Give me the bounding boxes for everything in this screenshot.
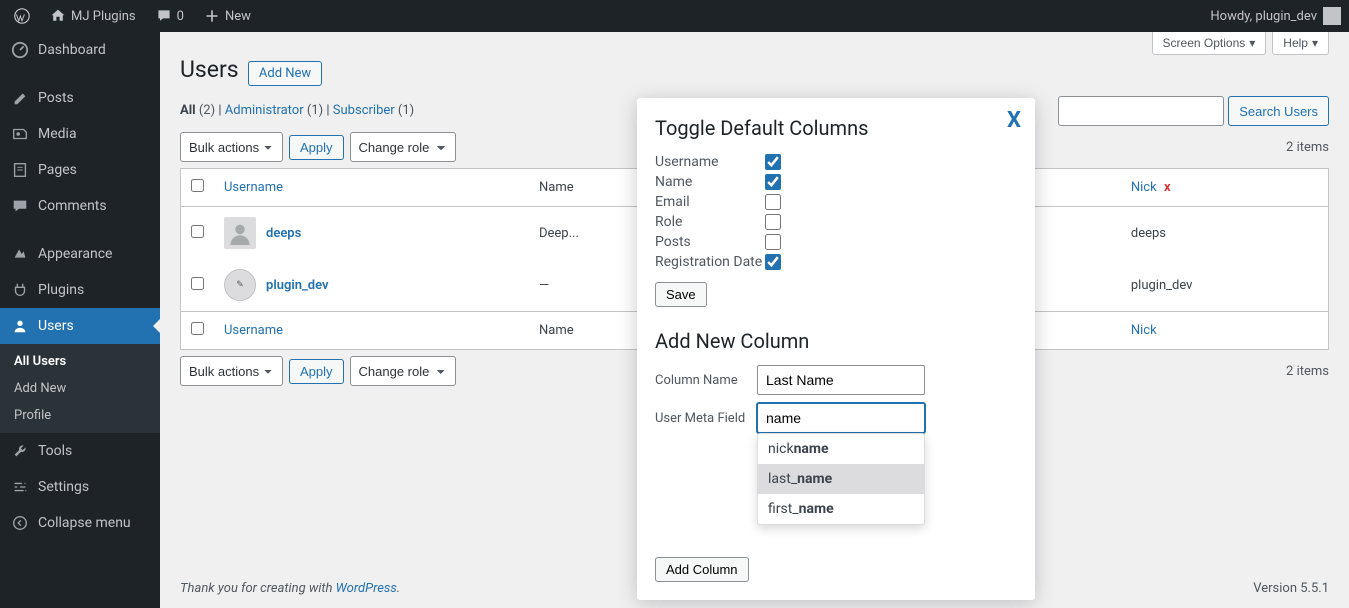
items-count: 2 items xyxy=(1286,364,1329,379)
wp-logo[interactable] xyxy=(8,8,36,24)
help-button[interactable]: Help ▾ xyxy=(1272,32,1329,55)
menu-users[interactable]: Users xyxy=(0,308,160,344)
row-checkbox[interactable] xyxy=(191,277,204,290)
pages-icon xyxy=(10,160,30,180)
apply-button[interactable]: Apply xyxy=(289,135,344,160)
user-link[interactable]: plugin_dev xyxy=(266,278,329,293)
tools-icon xyxy=(10,441,30,461)
user-link[interactable]: deeps xyxy=(266,226,301,241)
autocomplete-option[interactable]: last_name xyxy=(758,464,924,494)
sub-all-users[interactable]: All Users xyxy=(0,348,160,375)
toggle-checkbox[interactable] xyxy=(765,234,781,250)
col-username[interactable]: Username xyxy=(224,180,283,195)
meta-field-label: User Meta Field xyxy=(655,411,747,426)
site-link[interactable]: MJ Plugins xyxy=(44,8,142,24)
filter-admin[interactable]: Administrator (1) xyxy=(225,103,323,118)
appearance-icon xyxy=(10,244,30,264)
column-name-label: Column Name xyxy=(655,373,747,388)
toggle-label: Role xyxy=(655,214,765,230)
save-button[interactable]: Save xyxy=(655,282,707,307)
toggle-label: Name xyxy=(655,174,765,190)
toggle-label: Email xyxy=(655,194,765,210)
change-role-select[interactable]: Change role to... xyxy=(350,356,456,386)
modal-title: Toggle Default Columns xyxy=(655,116,1017,140)
dashboard-icon xyxy=(10,40,30,60)
role-filters: All (2) | Administrator (1) | Subscriber… xyxy=(180,103,414,118)
select-all-checkbox[interactable] xyxy=(191,179,204,192)
items-count: 2 items xyxy=(1286,140,1329,155)
col-nick[interactable]: Nick xyxy=(1131,180,1157,195)
search-button[interactable]: Search Users xyxy=(1228,96,1329,126)
menu-plugins[interactable]: Plugins xyxy=(0,272,160,308)
version-text: Version 5.5.1 xyxy=(1253,581,1329,596)
menu-settings[interactable]: Settings xyxy=(0,469,160,505)
menu-media[interactable]: Media xyxy=(0,116,160,152)
add-column-button[interactable]: Add Column xyxy=(655,557,749,582)
collapse-icon xyxy=(10,513,30,533)
col-name: Name xyxy=(539,180,574,195)
add-column-title: Add New Column xyxy=(655,329,1017,353)
remove-col-nick[interactable]: x xyxy=(1160,180,1175,195)
howdy-text[interactable]: Howdy, plugin_dev xyxy=(1210,9,1317,24)
avatar[interactable] xyxy=(1323,7,1341,25)
content-area: Screen Options ▾ Help ▾ Users Add New Al… xyxy=(160,32,1349,608)
column-name-input[interactable] xyxy=(757,365,925,395)
page-title: Users xyxy=(180,56,239,83)
select-all-checkbox[interactable] xyxy=(191,322,204,335)
chevron-down-icon: ▾ xyxy=(1312,36,1318,50)
wordpress-link[interactable]: WordPress xyxy=(336,581,397,596)
avatar xyxy=(224,217,256,249)
screen-options-button[interactable]: Screen Options ▾ xyxy=(1152,32,1267,55)
posts-icon xyxy=(10,88,30,108)
apply-button[interactable]: Apply xyxy=(289,359,344,384)
admin-sidebar: Dashboard Posts Media Pages Comments App… xyxy=(0,32,160,608)
autocomplete-dropdown: nicknamelast_namefirst_name xyxy=(757,433,925,525)
toggle-checkbox[interactable] xyxy=(765,194,781,210)
chevron-down-icon: ▾ xyxy=(1249,36,1255,50)
row-checkbox[interactable] xyxy=(191,225,204,238)
comments-count: 0 xyxy=(177,9,184,24)
menu-tools[interactable]: Tools xyxy=(0,433,160,469)
new-link[interactable]: New xyxy=(198,8,257,24)
toggle-label: Username xyxy=(655,154,765,170)
site-title: MJ Plugins xyxy=(71,9,136,24)
search-input[interactable] xyxy=(1058,96,1224,126)
menu-comments[interactable]: Comments xyxy=(0,188,160,224)
autocomplete-option[interactable]: first_name xyxy=(758,494,924,524)
menu-appearance[interactable]: Appearance xyxy=(0,236,160,272)
close-icon[interactable]: X xyxy=(1007,108,1021,133)
bulk-actions-select[interactable]: Bulk actions xyxy=(180,132,283,162)
meta-field-input[interactable] xyxy=(757,403,925,433)
menu-posts[interactable]: Posts xyxy=(0,80,160,116)
toggle-columns-modal: X Toggle Default Columns Username Name Ema… xyxy=(637,98,1035,600)
comments-link[interactable]: 0 xyxy=(150,8,190,24)
toggle-checkbox[interactable] xyxy=(765,174,781,190)
plugins-icon xyxy=(10,280,30,300)
toggle-label: Posts xyxy=(655,234,765,250)
toggle-label: Registration Date xyxy=(655,254,765,270)
users-icon xyxy=(10,316,30,336)
menu-pages[interactable]: Pages xyxy=(0,152,160,188)
toggle-checkbox[interactable] xyxy=(765,254,781,270)
menu-dashboard[interactable]: Dashboard xyxy=(0,32,160,68)
users-submenu: All Users Add New Profile xyxy=(0,344,160,433)
add-new-button[interactable]: Add New xyxy=(248,61,322,86)
change-role-select[interactable]: Change role to... xyxy=(350,132,456,162)
media-icon xyxy=(10,124,30,144)
toggle-checkbox[interactable] xyxy=(765,154,781,170)
avatar: ✎ xyxy=(224,269,256,301)
comments-icon xyxy=(10,196,30,216)
col-username[interactable]: Username xyxy=(224,323,283,338)
admin-bar: MJ Plugins 0 New Howdy, plugin_dev xyxy=(0,0,1349,32)
filter-subscriber[interactable]: Subscriber (1) xyxy=(333,103,414,118)
sub-add-new[interactable]: Add New xyxy=(0,375,160,402)
toggle-checkbox[interactable] xyxy=(765,214,781,230)
bulk-actions-select[interactable]: Bulk actions xyxy=(180,356,283,386)
new-label: New xyxy=(225,9,251,24)
settings-icon xyxy=(10,477,30,497)
sub-profile[interactable]: Profile xyxy=(0,402,160,429)
autocomplete-option[interactable]: nickname xyxy=(758,434,924,464)
menu-collapse[interactable]: Collapse menu xyxy=(0,505,160,541)
